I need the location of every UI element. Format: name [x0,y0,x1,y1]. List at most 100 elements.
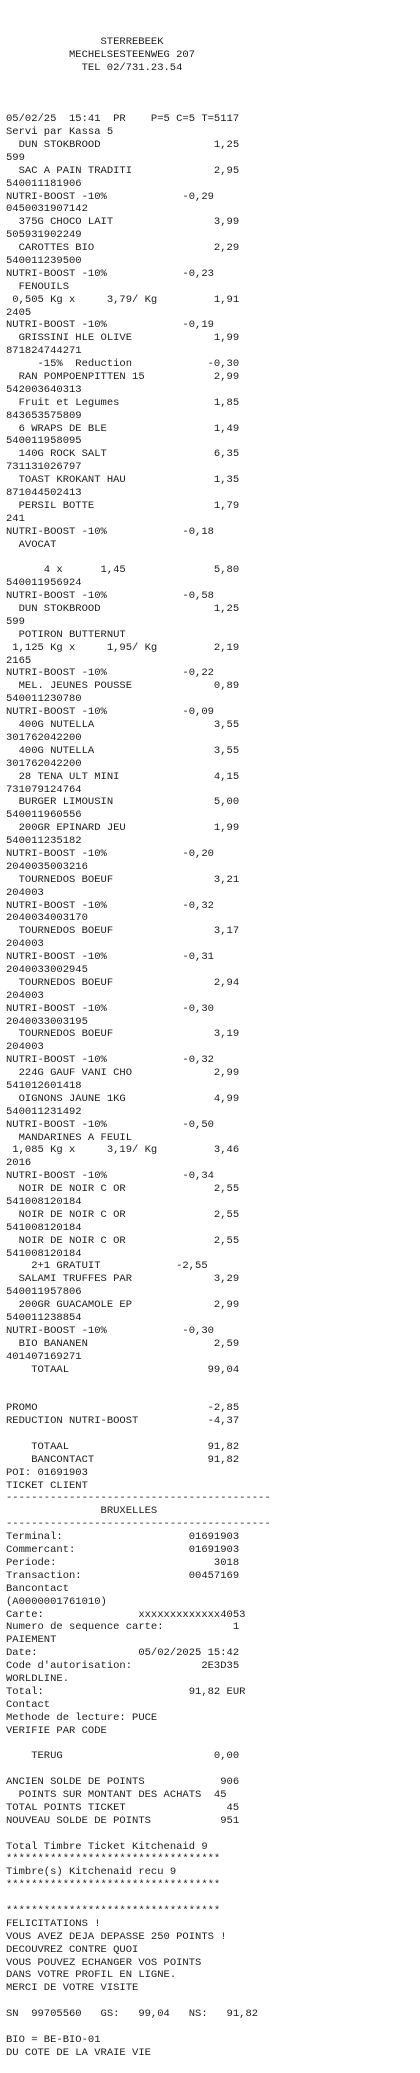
receipt-line: 200GR EPINARD JEU 1,99 [6,822,240,835]
receipt-line: 542003640313 [6,383,82,396]
receipt-line: 2040033002945 [6,963,88,976]
receipt-line: NUTRI-BOOST -10% -0,31 [6,951,214,964]
receipt-line: 2040034003170 [6,912,88,925]
receipt-line: 540011957806 [6,1286,82,1299]
receipt-line: TOTAAL 91,82 [6,1440,240,1453]
receipt-line: WORLDLINE. [6,1672,70,1685]
receipt-line: 400G NUTELLA 3,55 [6,744,240,757]
receipt: STERREBEEK MECHELSESTEENWEG 207 TEL 02/731… [6,10,406,2073]
receipt-line: 2165 [6,654,32,667]
receipt-line: 541008120184 [6,1196,82,1208]
receipt-line: Commercant: 01691903 [6,1544,240,1557]
receipt-line: TOTAL POINTS TICKET 45 [6,1801,240,1814]
receipt-body: 05/02/25 15:41 PR P=5 C=5 T=5117 Servi pa… [6,100,406,2059]
receipt-line: NUTRI-BOOST -10% -0,20 [6,847,214,860]
receipt-line: DECOUVREZ CONTRE QUOI [6,1943,139,1956]
receipt-line: FENOUILS [6,280,70,293]
receipt-line: TOURNEDOS BOEUF 3,17 [6,925,240,938]
receipt-line: 301762042200 [6,731,82,744]
receipt-line: 2040033003195 [6,1015,88,1028]
receipt-line: OIGNONS JAUNE 1KG 4,99 [6,1092,240,1105]
receipt-line: 0450031907142 [6,203,88,216]
receipt-line: BIO = BE-BIO-01 [6,2033,101,2046]
receipt-line: NUTRI-BOOST -10% -0,29 [6,190,214,203]
receipt-header: STERREBEEK MECHELSESTEENWEG 207 TEL 02/731… [6,36,406,75]
receipt-line: PAIEMENT [6,1634,57,1647]
receipt-line: Total Timbre Ticket Kitchenaid 9 [6,1840,208,1853]
receipt-line: 540011181906 [6,177,82,190]
receipt-line: MANDARINES A FEUIL [6,1131,133,1144]
receipt-line: NUTRI-BOOST -10% -0,18 [6,525,214,538]
receipt-line: NUTRI-BOOST -10% -0,22 [6,667,214,680]
receipt-line: SN 99705560 GS: 99,04 NS: 91,82 [6,2008,259,2021]
receipt-line: TERUG 0,00 [6,1750,240,1763]
receipt-line: 204003 [6,938,44,951]
receipt-line: 204003 [6,1041,44,1054]
receipt-line: ----------------------------------------… [6,1492,271,1505]
receipt-line: 731131026797 [6,461,82,474]
receipt-line: ********************************** [6,1853,221,1866]
receipt-line: TOURNEDOS BOEUF 3,21 [6,873,240,886]
receipt-line: TOAST KROKANT HAU 1,35 [6,474,240,487]
receipt-line: 400G NUTELLA 3,55 [6,719,240,732]
receipt-line: NUTRI-BOOST -10% -0,58 [6,590,214,603]
receipt-line: DUN STOKBROOD 1,25 [6,603,240,616]
receipt-line: Total: 91,82 EUR [6,1685,246,1698]
receipt-line: 28 TENA ULT MINI 4,15 [6,770,240,783]
receipt-line: 301762042200 [6,757,82,770]
receipt-line: 843653575809 [6,409,82,422]
receipt-line: POINTS SUR MONTANT DES ACHATS 45 [6,1788,227,1801]
receipt-line: TOURNEDOS BOEUF 2,94 [6,976,240,989]
receipt-line: RAN POMPOENPITTEN 15 2,99 [6,371,240,383]
receipt-line: Bancontact [6,1582,70,1595]
receipt-line: CAROTTES BIO 2,29 [6,242,240,255]
header-line: TEL 02/731.23.54 [81,61,183,74]
receipt-line: NUTRI-BOOST -10% -0,32 [6,1054,214,1067]
receipt-line: 05/02/25 15:41 PR P=5 C=5 T=5117 [6,113,240,126]
receipt-line: TICKET CLIENT [6,1479,88,1492]
receipt-line: ********************************** [6,1904,221,1917]
receipt-line: 871824744271 [6,345,82,358]
receipt-line: 224G GAUF VANI CHO 2,99 [6,1067,240,1080]
receipt-line: NUTRI-BOOST -10% -0,30 [6,1002,214,1015]
receipt-line: VOUS POUVEZ ECHANGER VOS POINTS [6,1956,202,1969]
receipt-line: MERCI DE VOTRE VISITE [6,1982,139,1995]
receipt-line: NUTRI-BOOST -10% -0,30 [6,1324,214,1337]
receipt-line: Carte: xxxxxxxxxxxxx4053 [6,1608,246,1621]
receipt-line: 541012601418 [6,1079,82,1092]
receipt-line: Methode de lecture: PUCE [6,1711,158,1724]
receipt-line: TOTAAL 99,04 [6,1363,240,1376]
receipt-line: 541008120184 [6,1247,82,1260]
receipt-line: MEL. JEUNES POUSSE 0,89 [6,680,240,693]
receipt-line: Date: 05/02/2025 15:42 [6,1647,240,1660]
receipt-line: Terminal: 01691903 [6,1531,240,1544]
receipt-line: 540011956924 [6,577,82,590]
receipt-line: Periode: 3018 [6,1556,240,1569]
receipt-line: 871044502413 [6,487,82,500]
receipt-line: FELICITATIONS ! [6,1917,101,1930]
receipt-line: -15% Reduction -0,30 [6,358,240,371]
receipt-line: PERSIL BOTTE 1,79 [6,499,240,512]
receipt-line: Servi par Kassa 5 [6,126,114,139]
receipt-line: 540011230780 [6,693,82,706]
receipt-line: PROMO -2,85 [6,1402,240,1415]
receipt-line: NUTRI-BOOST -10% -0,23 [6,267,214,280]
receipt-line: 540011238854 [6,1312,82,1325]
receipt-line: 0,505 Kg x 3,79/ Kg 1,91 [6,293,240,306]
receipt-line: 599 [6,615,25,628]
receipt-line: 541008120184 [6,1221,82,1234]
receipt-line: TOURNEDOS BOEUF 3,19 [6,1028,240,1041]
receipt-line: Timbre(s) Kitchenaid recu 9 [6,1866,177,1879]
receipt-line: 200GR GUACAMOLE EP 2,99 [6,1299,240,1312]
receipt-line: NOIR DE NOIR C OR 2,55 [6,1208,240,1221]
receipt-line: AVOCAT [6,538,57,551]
receipt-line: VERIFIE PAR CODE [6,1724,107,1737]
receipt-line: 401407169271 [6,1350,82,1363]
